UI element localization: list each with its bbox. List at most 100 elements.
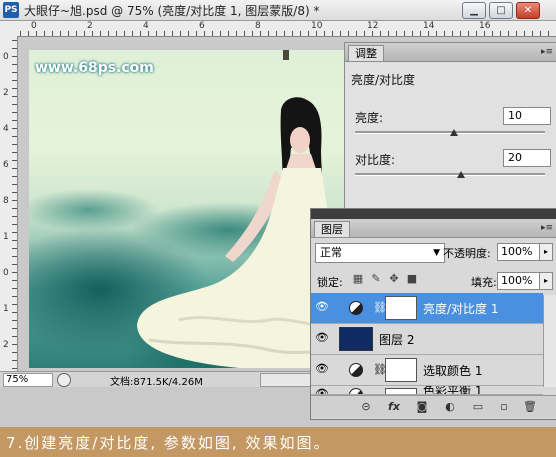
layer-thumbnail[interactable] [339, 327, 373, 351]
ruler-tick [12, 184, 17, 185]
layer-mask-thumbnail[interactable] [385, 296, 417, 320]
ruler-tick [52, 31, 53, 36]
layer-row[interactable]: 👁 图层 2 [311, 324, 543, 355]
vertical-ruler[interactable]: 024681012 [0, 36, 18, 371]
brightness-field[interactable]: 10 [503, 107, 551, 125]
contrast-slider[interactable] [355, 173, 545, 176]
panel-menu-icon[interactable]: ▸≡ [541, 223, 553, 233]
ruler-tick [12, 112, 17, 113]
ruler-tick [468, 31, 469, 36]
horizontal-scrollbar[interactable] [260, 373, 312, 387]
opacity-arrow-icon[interactable]: ▸ [539, 243, 553, 261]
ruler-tick [284, 31, 285, 36]
ruler-tick [20, 31, 21, 36]
layer-row[interactable]: 👁 色彩平衡 1 [311, 386, 543, 395]
minimize-button[interactable]: ▁ [462, 2, 486, 19]
ruler-number: 0 [3, 52, 9, 62]
eye-icon[interactable]: 👁 [315, 388, 329, 395]
ruler-tick [12, 264, 17, 265]
status-info-icon[interactable] [57, 373, 71, 387]
layer-row[interactable]: 👁 ⛓ 选取颜色 1 [311, 355, 543, 386]
ruler-number: 12 [367, 21, 379, 31]
title-bar: PS 大眼仔~旭.psd @ 75% (亮度/对比度 1, 图层蒙版/8) * … [0, 0, 556, 21]
ruler-tick [12, 320, 17, 321]
ruler-number: 4 [3, 124, 9, 134]
ruler-tick [332, 31, 333, 36]
document-title: 大眼仔~旭.psd @ 75% (亮度/对比度 1, 图层蒙版/8) * [24, 4, 320, 18]
ruler-tick [412, 31, 413, 36]
lock-position-icon[interactable]: ✥ [387, 272, 401, 286]
ruler-tick [316, 31, 317, 36]
horizontal-ruler[interactable]: 0 2 4 6 8 10 12 14 16 [0, 21, 556, 37]
ruler-tick [108, 31, 109, 36]
opacity-field[interactable]: 100% [497, 243, 540, 261]
eye-icon[interactable]: 👁 [315, 301, 329, 313]
ruler-tick [524, 31, 525, 36]
eye-icon[interactable]: 👁 [315, 363, 329, 375]
ruler-tick [300, 31, 301, 36]
panel-collapse-strip[interactable] [311, 209, 556, 219]
ruler-tick [364, 31, 365, 36]
layer-name: 亮度/对比度 1 [423, 302, 499, 316]
fill-arrow-icon[interactable]: ▸ [539, 272, 553, 290]
ruler-tick [484, 31, 485, 36]
maximize-button[interactable]: □ [489, 2, 513, 19]
status-bar: 75% 文档:871.5K/4.26M [0, 371, 312, 388]
ruler-number: 0 [3, 268, 9, 278]
tab-layers[interactable]: 图层 [314, 221, 350, 237]
ruler-number: 8 [255, 21, 261, 31]
brightness-slider-thumb[interactable] [449, 129, 458, 136]
ruler-tick [12, 312, 17, 313]
close-button[interactable]: ✕ [516, 2, 540, 19]
tab-adjustments[interactable]: 调整 [348, 45, 384, 61]
link-icon[interactable]: ⊝ [359, 400, 373, 414]
ruler-tick [116, 31, 117, 36]
eye-icon[interactable]: 👁 [315, 332, 329, 344]
layer-name: 图层 2 [379, 333, 415, 347]
ruler-tick [132, 31, 133, 36]
ruler-tick [12, 104, 17, 105]
panel-menu-icon[interactable]: ▸≡ [541, 47, 553, 57]
lock-transparency-icon[interactable]: ▦ [351, 272, 365, 286]
adjustments-tabbar: 调整 ▸≡ [345, 43, 556, 62]
zoom-field[interactable]: 75% [3, 373, 53, 387]
contrast-label: 对比度: [355, 153, 396, 167]
adjustment-icon[interactable]: ◐ [443, 400, 457, 414]
ruler-tick [92, 31, 93, 36]
ruler-tick [12, 128, 17, 129]
dropdown-arrow-icon: ▼ [433, 248, 440, 258]
trash-icon[interactable]: 🗑 [523, 400, 537, 414]
ruler-tick [348, 31, 349, 36]
ruler-tick [12, 280, 17, 281]
ruler-tick [12, 216, 17, 217]
contrast-slider-thumb[interactable] [457, 171, 466, 178]
canvas-image[interactable]: www.68ps.com [29, 50, 347, 368]
ruler-number: 6 [199, 21, 205, 31]
adjustment-layer-icon [349, 363, 363, 377]
ruler-tick [36, 31, 37, 36]
contrast-field[interactable]: 20 [503, 149, 551, 167]
ruler-tick [124, 31, 125, 36]
layers-scrollbar[interactable] [543, 295, 556, 387]
new-layer-icon[interactable]: ▫ [497, 400, 511, 414]
blend-mode-select[interactable]: 正常 ▼ [315, 243, 445, 263]
mask-icon[interactable]: ◙ [415, 400, 429, 414]
layer-mask-thumbnail[interactable] [385, 388, 417, 394]
layer-row[interactable]: 👁 ⛓ 亮度/对比度 1 [311, 293, 543, 324]
ruler-tick [236, 31, 237, 36]
fill-field[interactable]: 100% [497, 272, 540, 290]
fx-icon[interactable]: fx [387, 400, 401, 414]
lock-all-icon[interactable]: ■ [405, 272, 419, 286]
ruler-tick [12, 136, 17, 137]
folder-icon[interactable]: ▭ [471, 400, 485, 414]
lock-pixels-icon[interactable]: ✎ [369, 272, 383, 286]
photo-content [137, 50, 347, 368]
ruler-tick [12, 232, 17, 233]
lock-label: 锁定: [317, 276, 343, 289]
ruler-tick [212, 31, 213, 36]
ruler-tick [292, 31, 293, 36]
ruler-tick [12, 192, 17, 193]
ruler-tick [12, 144, 17, 145]
ruler-tick [12, 72, 17, 73]
layer-mask-thumbnail[interactable] [385, 358, 417, 382]
